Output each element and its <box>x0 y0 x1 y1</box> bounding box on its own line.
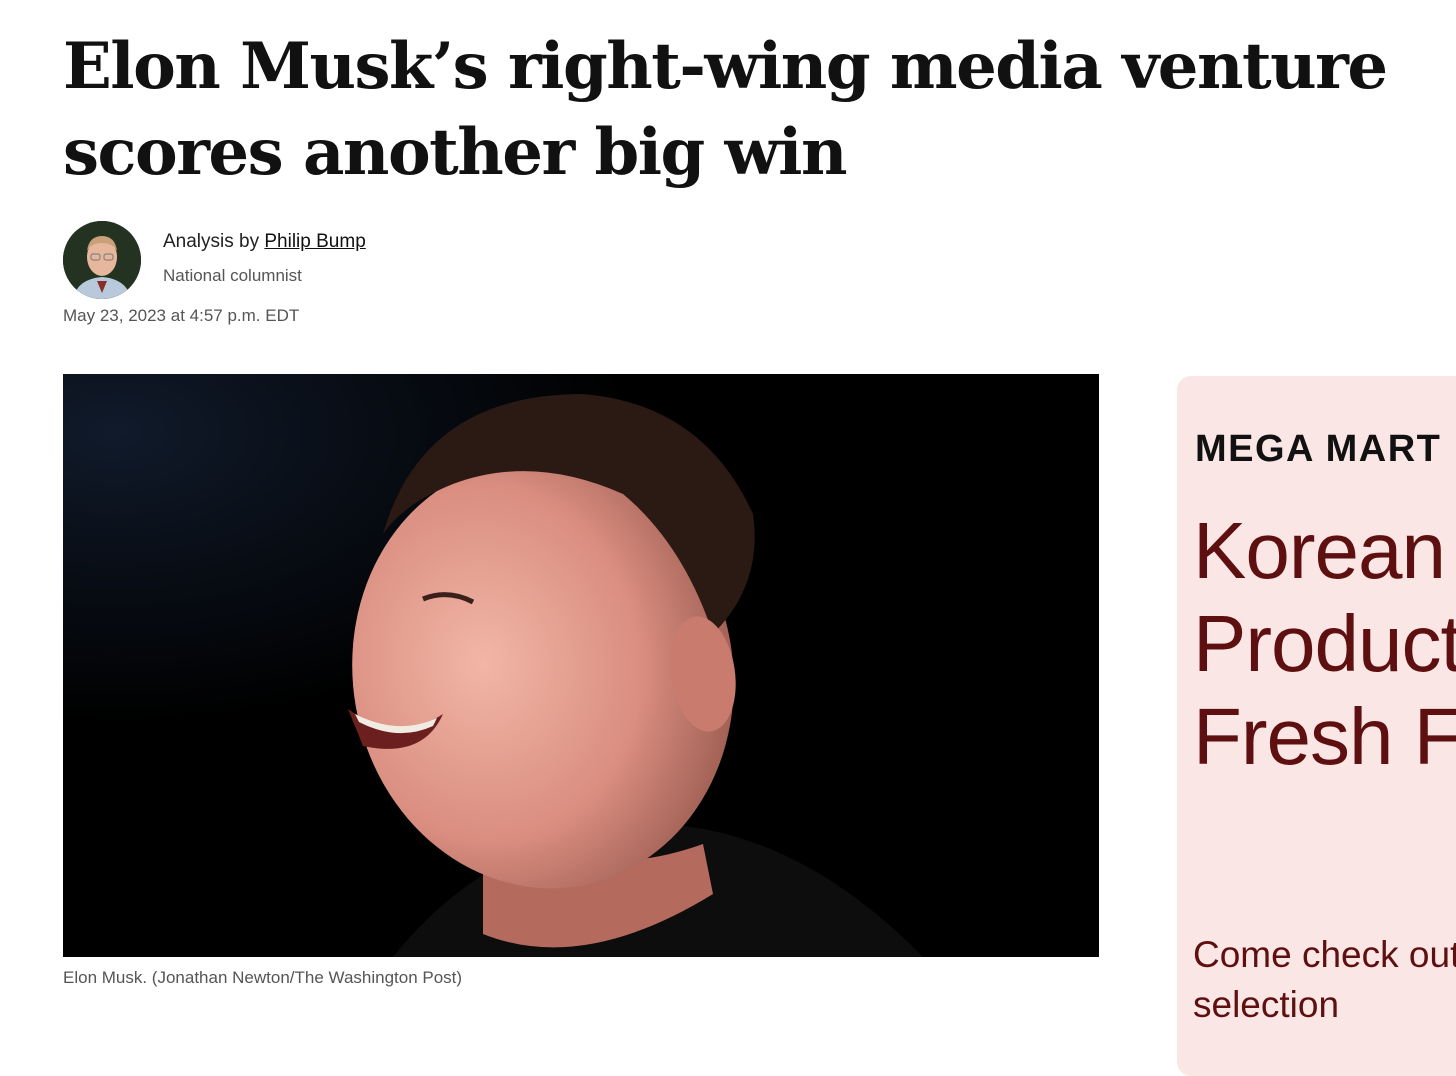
ad-body: Come check out our wide selection <box>1193 934 1456 1025</box>
ad-brand: MEGA MART <box>1195 428 1442 470</box>
author-link[interactable]: Philip Bump <box>264 231 365 252</box>
sidebar-advertisement[interactable]: MEGA MART Korean Products & Fresh Food C… <box>1177 376 1456 1076</box>
byline: Analysis by Philip Bump <box>163 231 366 253</box>
lead-photo-image <box>63 374 1099 957</box>
byline-prefix: Analysis by <box>163 231 265 252</box>
author-photo <box>63 221 141 299</box>
dateline: May 23, 2023 at 4:57 p.m. EDT <box>63 306 300 325</box>
article-lead-photo[interactable] <box>63 374 1099 957</box>
photo-caption: Elon Musk. (Jonathan Newton/The Washingt… <box>63 968 463 987</box>
author-avatar[interactable] <box>63 221 141 299</box>
author-role: National columnist <box>163 266 302 285</box>
ad-title: Korean Products & Fresh Food <box>1193 506 1456 781</box>
article-headline: Elon Musk’s right-wing media venture sco… <box>63 29 1388 190</box>
